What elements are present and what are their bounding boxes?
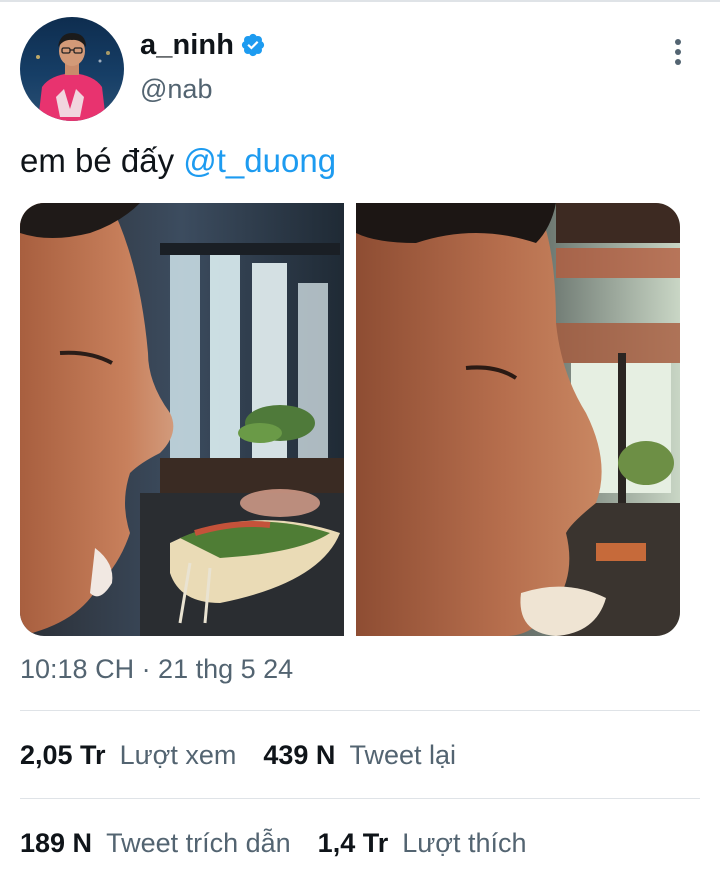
retweets-stat[interactable]: 439 N Tweet lại xyxy=(263,740,456,771)
author-handle[interactable]: @nab xyxy=(140,74,212,105)
more-options-icon[interactable] xyxy=(664,36,692,68)
views-label: Lượt xem xyxy=(119,740,237,770)
tweet-timestamp[interactable]: 10:18 CH · 21 thg 5 24 xyxy=(20,654,293,685)
likes-label: Lượt thích xyxy=(402,828,527,858)
likes-count: 1,4 Tr xyxy=(317,828,389,858)
retweets-label: Tweet lại xyxy=(349,740,456,770)
stats-row-1: 2,05 Tr Lượt xem 439 N Tweet lại xyxy=(20,740,456,771)
dot-icon xyxy=(675,49,681,55)
author-name-row[interactable]: a_ninh xyxy=(140,28,266,62)
avatar[interactable] xyxy=(20,17,124,121)
tweet-text: em bé đấy @t_duong xyxy=(20,140,336,182)
quotes-count: 189 N xyxy=(20,828,93,858)
retweets-count: 439 N xyxy=(263,740,336,770)
quotes-label: Tweet trích dẫn xyxy=(106,828,291,858)
views-stat[interactable]: 2,05 Tr Lượt xem xyxy=(20,740,236,771)
stats-row-2: 189 N Tweet trích dẫn 1,4 Tr Lượt thích xyxy=(20,828,527,859)
dot-icon xyxy=(675,59,681,65)
author-display-name[interactable]: a_ninh xyxy=(140,29,234,62)
divider xyxy=(20,710,700,711)
views-count: 2,05 Tr xyxy=(20,740,106,770)
top-border xyxy=(0,0,720,2)
quotes-stat[interactable]: 189 N Tweet trích dẫn xyxy=(20,828,291,859)
tweet-media xyxy=(20,203,680,636)
tweet-text-body: em bé đấy xyxy=(20,142,184,179)
likes-stat[interactable]: 1,4 Tr Lượt thích xyxy=(318,828,527,859)
tweet-photo-2[interactable] xyxy=(356,203,680,636)
dot-icon xyxy=(675,39,681,45)
verified-badge-icon xyxy=(240,32,266,58)
mention-link[interactable]: @t_duong xyxy=(183,142,336,179)
divider xyxy=(20,798,700,799)
tweet-photo-1[interactable] xyxy=(20,203,344,636)
